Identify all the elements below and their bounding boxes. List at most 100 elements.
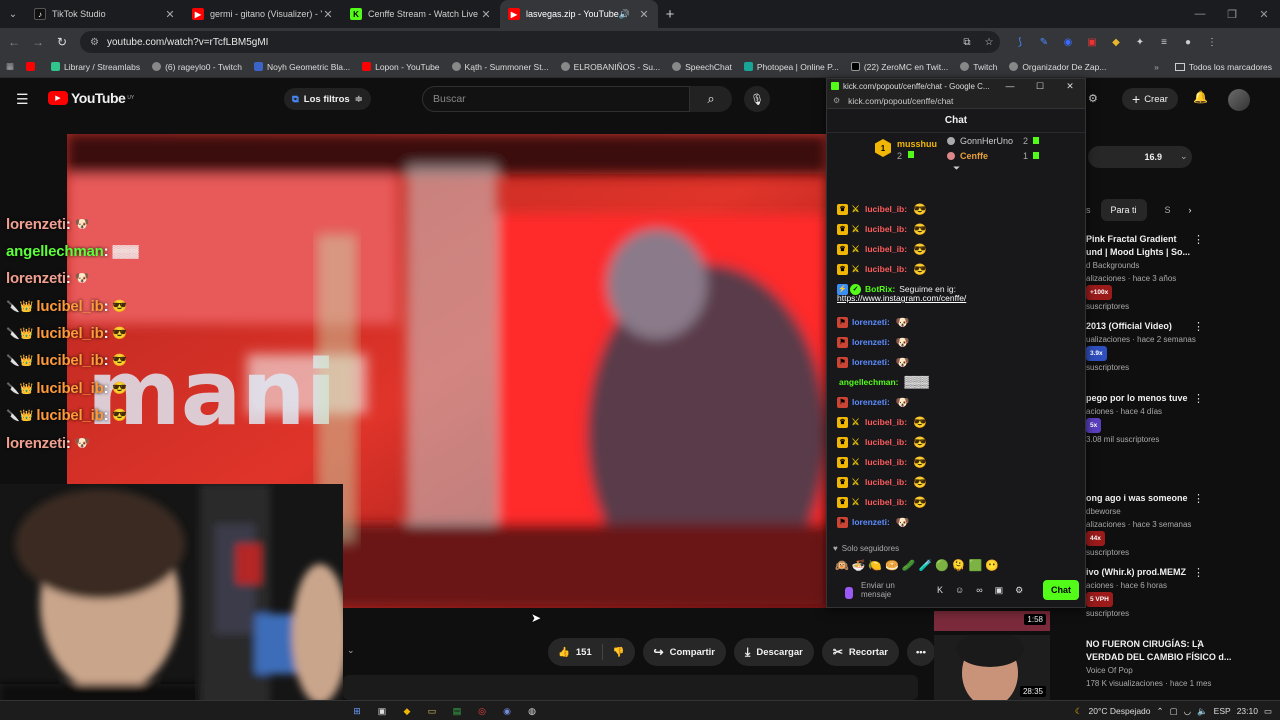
extension-icon[interactable]: ◆	[1104, 37, 1128, 48]
chat-message[interactable]: ♛ ⚔ lucibel_ib: 😎	[827, 432, 1085, 452]
minimize-icon[interactable]: —	[1184, 0, 1216, 28]
star-icon[interactable]: ☆	[978, 37, 1000, 48]
recommended-video[interactable]: NO FUERON CIRUGÍAS: LA VERDAD DEL CAMBIO …	[1086, 638, 1266, 690]
extension-icon[interactable]: ▣	[1080, 37, 1104, 48]
chat-username[interactable]: lorenzeti:	[852, 337, 890, 347]
gift-icon[interactable]: ▣	[995, 585, 1004, 596]
close-icon[interactable]: ✕	[480, 8, 492, 21]
chevron-down-icon[interactable]: ⌄	[1180, 151, 1188, 162]
speed-indicator[interactable]: 16.9	[1088, 146, 1192, 168]
bookmark[interactable]: Noyh Geometric Bla...	[248, 62, 356, 72]
excel-icon[interactable]: ▤	[450, 704, 464, 718]
chip-partial[interactable]: S	[1165, 205, 1171, 215]
expand-icon[interactable]: ⏷	[953, 163, 960, 174]
chat-message[interactable]: ♛ ⚔ lucibel_ib: 😎	[827, 412, 1085, 432]
chat-message[interactable]: ⚑ lorenzeti: 🐶	[827, 512, 1085, 532]
create-button[interactable]: + Crear	[1122, 88, 1178, 110]
chat-message[interactable]: ♛ ⚔ lucibel_ib: 😎	[827, 492, 1085, 512]
dislike-button[interactable]: 👎	[603, 647, 635, 658]
puzzle-icon[interactable]: ✦	[1128, 37, 1152, 48]
bookmark[interactable]: Kąth - Summoner St...	[446, 62, 555, 72]
leader-name[interactable]: Cenffe	[960, 151, 988, 161]
language-label[interactable]: ESP	[1214, 706, 1231, 716]
bookmark[interactable]: Photopea | Online P...	[738, 62, 845, 72]
install-icon[interactable]: ⧉	[956, 37, 978, 48]
bookmark[interactable]: Lopon - YouTube	[356, 62, 445, 72]
tab-germi[interactable]: ▶ germi - gitano (Visualizer) - YouTube …	[184, 0, 342, 28]
chat-message[interactable]: ♛ ⚔ lucibel_ib: 😎	[827, 219, 1085, 239]
profile-icon[interactable]: ●	[1176, 37, 1200, 48]
new-tab-icon[interactable]: +	[658, 6, 682, 23]
taskview-icon[interactable]: ▣	[375, 704, 389, 718]
chat-username[interactable]: lucibel_ib:	[865, 457, 907, 467]
folder-icon[interactable]: ▭	[425, 704, 439, 718]
more-icon[interactable]: ⋮	[1193, 320, 1204, 333]
chat-message[interactable]: ♛ ⚔ lucibel_ib: 😎	[827, 199, 1085, 219]
tab-search-icon[interactable]: ⌄	[0, 0, 26, 28]
chat-username[interactable]: angellechman:	[839, 377, 899, 387]
bookmark[interactable]: ELROBANIÑOS - Su...	[555, 62, 666, 72]
tray-icon[interactable]: ▢	[1170, 706, 1178, 717]
chat-link[interactable]: https://www.instagram.com/cenffe/	[827, 293, 1085, 306]
chat-message[interactable]: ⚑ lorenzeti: 🐶	[827, 332, 1085, 352]
tab-kick[interactable]: K Cenffe Stream - Watch Live on Kick ✕	[342, 0, 500, 28]
more-icon[interactable]: ⋮	[1193, 638, 1204, 651]
chat-username[interactable]: lorenzeti:	[852, 397, 890, 407]
url-text[interactable]: youtube.com/watch?v=rTcfLBM5gMI	[107, 37, 956, 48]
chat-username[interactable]: lorenzeti:	[852, 317, 890, 327]
more-icon[interactable]: ⋮	[1193, 566, 1204, 579]
extension-icon[interactable]: ◉	[1056, 37, 1080, 48]
description-panel[interactable]	[343, 675, 918, 700]
chat-message[interactable]: ⚑ lorenzeti: 🐶	[827, 392, 1085, 412]
mic-icon[interactable]: 🎙	[744, 86, 770, 112]
thumbnail[interactable]: 1:58	[934, 611, 1050, 631]
maximize-icon[interactable]: ☐	[1025, 81, 1055, 92]
emote-icon[interactable]: 🧪	[919, 559, 933, 572]
more-icon[interactable]: ⋮	[1193, 233, 1204, 246]
chrome-icon[interactable]: ◎	[475, 704, 489, 718]
more-icon[interactable]: ⋮	[1193, 392, 1204, 405]
emote-icon[interactable]: 🫠	[952, 559, 966, 572]
apps-icon[interactable]: ▦	[0, 61, 20, 72]
close-icon[interactable]: ✕	[322, 8, 334, 21]
emoji-icon[interactable]: ☺	[955, 585, 964, 596]
emote-icon[interactable]: 🙉	[835, 559, 849, 572]
emote-icon[interactable]: 🥯	[885, 559, 899, 572]
download-button[interactable]: ⤓ Descargar	[734, 638, 814, 666]
recommended-video[interactable]: ivo (Whir.k) prod.MEMZ aciones · hace 6 h…	[1086, 566, 1266, 620]
maximize-icon[interactable]: ❐	[1216, 0, 1248, 28]
close-icon[interactable]: ✕	[638, 8, 650, 21]
gear-icon[interactable]: ⚙	[1015, 585, 1023, 596]
leader-name[interactable]: musshuu	[897, 139, 937, 149]
minimize-icon[interactable]: —	[995, 81, 1025, 92]
chevron-up-icon[interactable]: ⌃	[1157, 706, 1164, 717]
emote-icon[interactable]: 🍋	[868, 559, 882, 572]
bookmark-yt[interactable]	[20, 62, 45, 71]
speaker-icon[interactable]: 🔊	[619, 9, 630, 20]
recommended-video[interactable]: pego por lo menos tuve aciones · hace 4 d…	[1086, 392, 1266, 446]
emote-icon[interactable]: 😶	[985, 559, 999, 572]
share-button[interactable]: ↪ Compartir	[642, 638, 727, 666]
chat-message[interactable]: ⚑ lorenzeti: 🐶	[827, 352, 1085, 372]
chat-username[interactable]: lorenzeti:	[852, 517, 890, 527]
recommended-video[interactable]: ong ago i was someone dbeworse alizaciones…	[1086, 492, 1266, 559]
thumbnail[interactable]: 28:35	[934, 635, 1050, 700]
chat-username[interactable]: lucibel_ib:	[865, 264, 907, 274]
app-icon[interactable]: ◆	[400, 704, 414, 718]
site-info-icon[interactable]: ⚙	[90, 37, 99, 48]
search-input[interactable]: Buscar	[422, 86, 690, 112]
omnibox[interactable]: ⚙ youtube.com/watch?v=rTcfLBM5gMI ⧉ ☆	[80, 31, 1000, 53]
chat-message[interactable]: ♛ ⚔ lucibel_ib: 😎	[827, 472, 1085, 492]
chat-username[interactable]: lucibel_ib:	[865, 417, 907, 427]
notification-icon[interactable]: ▭	[1264, 706, 1272, 717]
chat-message[interactable]: ♛ ⚔ lucibel_ib: 😎	[827, 259, 1085, 279]
close-window-icon[interactable]: ✕	[1248, 0, 1280, 28]
close-icon[interactable]: ✕	[1055, 81, 1085, 92]
like-button[interactable]: 👍 151	[548, 644, 603, 660]
chat-username[interactable]: lorenzeti:	[852, 357, 890, 367]
chat-username[interactable]: lucibel_ib:	[865, 204, 907, 214]
menu-icon[interactable]: ☰	[16, 91, 29, 108]
chevron-right-icon[interactable]: »	[1154, 62, 1159, 72]
bookmark[interactable]: (22) ZeroMC en Twit...	[845, 62, 954, 72]
bookmark[interactable]: SpeechChat	[666, 62, 738, 72]
